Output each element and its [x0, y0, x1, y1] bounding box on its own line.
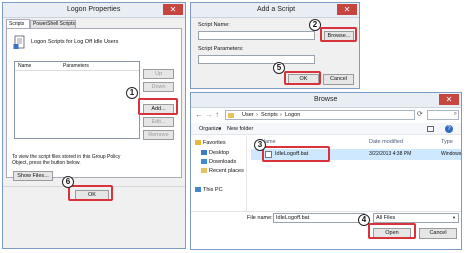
chevron-down-icon: ▼: [452, 215, 456, 220]
highlight-file-row: [262, 146, 330, 162]
scripts-list[interactable]: Name Parameters: [14, 61, 140, 139]
add-script-dialog: Add a Script ✕ Script Name: Browse... Sc…: [190, 2, 360, 89]
nav-favorites[interactable]: Favorites: [195, 140, 226, 146]
bottom-divider: [191, 211, 461, 212]
desktop-icon: [201, 150, 207, 155]
browse-cancel-button[interactable]: Cancel: [419, 228, 457, 239]
nav-recent-label: Recent places: [209, 168, 244, 174]
step-badge-5: 5: [273, 62, 285, 74]
nav-favorites-label: Favorites: [203, 140, 226, 146]
logon-dialog-title: Logon Properties: [67, 6, 121, 13]
breadcrumb-sep-icon: ›: [256, 112, 258, 118]
breadcrumb-sep-icon: ›: [280, 112, 282, 118]
column-header-name[interactable]: Name: [18, 63, 31, 69]
close-icon[interactable]: ✕: [337, 4, 357, 15]
breadcrumb-scripts[interactable]: Scripts: [261, 112, 278, 118]
highlight-open-button: [368, 223, 416, 239]
close-icon[interactable]: ✕: [163, 4, 183, 15]
add-script-title: Add a Script: [257, 6, 296, 13]
downloads-icon: [201, 159, 207, 164]
step-badge-4: 4: [358, 214, 370, 226]
add-script-cancel-button[interactable]: Cancel: [323, 74, 354, 85]
star-icon: [195, 140, 201, 145]
view-options-icon[interactable]: [427, 126, 434, 132]
nav-desktop[interactable]: Desktop: [201, 150, 229, 156]
help-icon[interactable]: ?: [445, 125, 453, 133]
search-box[interactable]: ⌕: [427, 110, 459, 120]
nav-this-pc-label: This PC: [203, 187, 223, 193]
tab-powershell-scripts[interactable]: PowerShell Scripts: [30, 20, 76, 28]
recent-places-icon: [201, 168, 207, 173]
nav-this-pc[interactable]: This PC: [195, 187, 223, 193]
file-name-label: File name:: [247, 215, 273, 221]
browse-title: Browse: [314, 96, 338, 103]
file-type-cell: Windows: [441, 151, 462, 157]
logon-properties-dialog: Logon Properties ✕ Scripts PowerShell Sc…: [2, 2, 186, 249]
step-badge-2: 2: [309, 19, 321, 31]
step-badge-1: 1: [126, 87, 138, 99]
footer-text: To view the script files stored in this …: [12, 154, 121, 166]
highlight-browse-button: [320, 27, 357, 42]
show-files-button[interactable]: Show Files...: [13, 171, 53, 181]
browse-dialog: Browse ✕ ← → ↑ User › Scripts › Logon ⟳ …: [190, 92, 462, 250]
search-icon: ⌕: [453, 111, 457, 117]
column-header-date[interactable]: Date modified: [369, 139, 403, 145]
highlight-ok-button: [68, 185, 113, 201]
remove-button[interactable]: Remove: [143, 130, 174, 140]
highlight-add-script-ok: [284, 71, 321, 85]
down-button[interactable]: Down: [143, 82, 174, 92]
close-icon[interactable]: ✕: [439, 94, 459, 105]
up-button[interactable]: Up: [143, 69, 174, 79]
up-arrow-icon[interactable]: ↑: [215, 110, 219, 119]
script-parameters-label: Script Parameters:: [198, 46, 244, 52]
tab-scripts[interactable]: Scripts: [6, 19, 30, 28]
back-arrow-icon[interactable]: ←: [195, 110, 203, 119]
tab-scripts-label: Scripts: [9, 21, 25, 27]
step-badge-6: 6: [62, 176, 74, 188]
highlight-add-button: [138, 98, 178, 115]
script-name-input[interactable]: [198, 31, 315, 40]
column-header-type[interactable]: Type: [441, 139, 453, 145]
step-badge-3: 3: [254, 139, 266, 151]
script-parameters-input[interactable]: [198, 55, 315, 64]
nav-recent-places[interactable]: Recent places: [201, 168, 244, 174]
nav-desktop-label: Desktop: [209, 150, 230, 156]
organize-chevron-icon: ▼: [218, 126, 222, 131]
nav-downloads[interactable]: Downloads: [201, 159, 236, 165]
address-bar[interactable]: User › Scripts › Logon: [225, 110, 415, 120]
new-folder-button[interactable]: New folder: [227, 126, 253, 132]
file-type-select[interactable]: All Files ▼: [373, 213, 459, 223]
breadcrumb-user[interactable]: User: [242, 112, 254, 118]
file-date-cell: 3/22/2013 4:38 PM: [369, 151, 412, 157]
refresh-icon[interactable]: ⟳: [417, 110, 425, 120]
file-type-select-value: All Files: [376, 215, 396, 221]
nav-downloads-label: Downloads: [209, 159, 237, 165]
list-header-divider: [15, 70, 139, 71]
scripts-description: Logon Scripts for Log Off Idle Users: [31, 39, 119, 45]
tab-powershell-label: PowerShell Scripts: [33, 21, 75, 27]
column-header-parameters[interactable]: Parameters: [63, 63, 89, 69]
file-name-input[interactable]: IdleLogoff.bat: [273, 213, 365, 223]
computer-icon: [195, 187, 201, 192]
script-document-icon: [13, 35, 27, 50]
breadcrumb-logon[interactable]: Logon: [285, 112, 300, 118]
folder-small-icon: [228, 112, 234, 118]
edit-button[interactable]: Edit...: [143, 117, 174, 127]
script-name-label: Script Name:: [198, 22, 230, 28]
forward-arrow-icon[interactable]: →: [205, 110, 213, 119]
